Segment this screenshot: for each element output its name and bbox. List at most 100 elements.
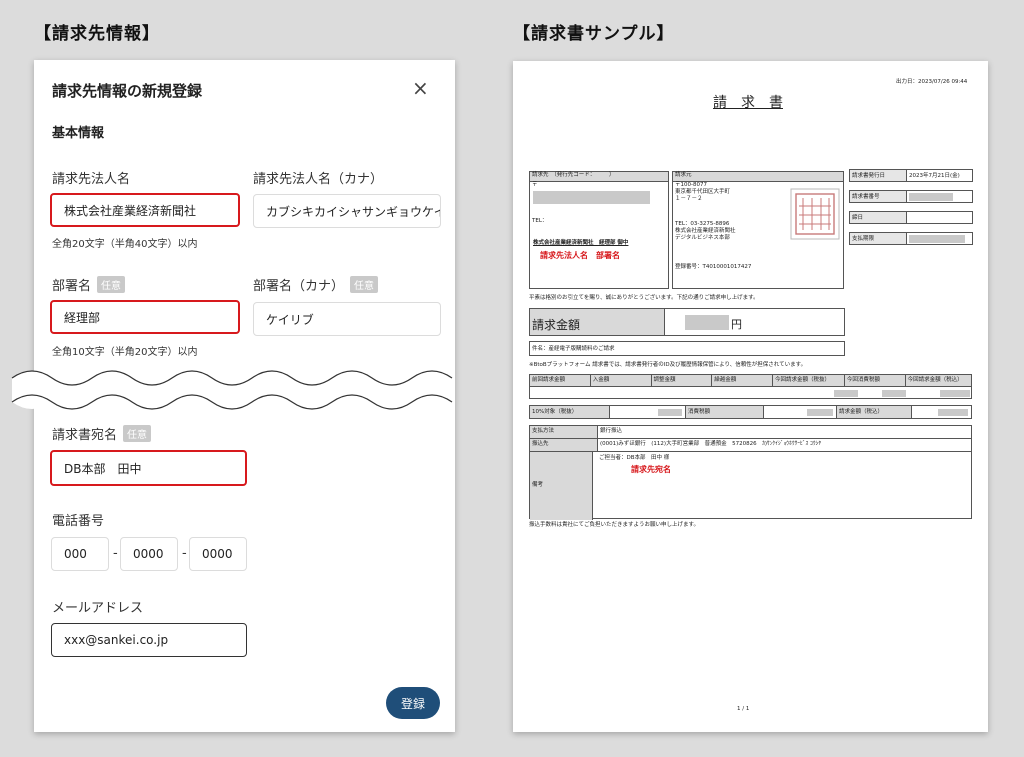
submit-button[interactable]: 登録 <box>386 687 440 719</box>
billto-header: 請求先 （発行先コード： ） <box>530 172 668 182</box>
remarks-row: 備考 ご担当者：DB本部 田中 様 請求先宛名 <box>530 452 971 520</box>
redacted-value <box>834 390 858 397</box>
tax-value-cell <box>912 406 971 418</box>
summary-header: 今回消費税額 <box>845 375 906 386</box>
payment-box: 支払方法 銀行振込 振込先 (0001)みずほ銀行 (112)大手町営業部 普通… <box>529 425 972 520</box>
info-row-number: 請求書番号 <box>849 190 973 203</box>
optional-badge: 任意 <box>123 425 152 442</box>
optional-badge: 任意 <box>350 276 379 293</box>
redacted-value <box>938 409 968 416</box>
billto-box: 請求先 （発行先コード： ） 〒 TEL： 株式会社産業経済新聞社 経理部 御中… <box>529 171 669 289</box>
phone-part2-input[interactable]: 0000 <box>120 537 178 571</box>
invoice-sample: 出力日：2023/07/26 09:44 請 求 書 請求先 （発行先コード： … <box>513 61 988 732</box>
platform-note: ※BtoBプラットフォーム 請求書では、請求書発行者のID及び履歴情報保管により… <box>529 362 807 368</box>
email-label: メールアドレス <box>52 597 143 616</box>
tax-label: 10%対象（税抜） <box>530 406 610 418</box>
tax-row: 10%対象（税抜） 消費税額 請求金額（税込） <box>529 405 972 419</box>
optional-badge: 任意 <box>97 276 126 293</box>
phone-label-text: 電話番号 <box>52 514 105 529</box>
remarks-label: 備考 <box>530 452 593 520</box>
redacted-value <box>940 390 970 397</box>
email-label-text: メールアドレス <box>52 601 144 616</box>
remarks-annotation: 請求先宛名 <box>631 465 671 474</box>
phone-separator: - <box>113 546 118 561</box>
dept-kana-label: 部署名（カナ） 任意 <box>253 275 379 294</box>
tax-label: 請求金額（税込） <box>837 406 912 418</box>
remarks-value: ご担当者：DB本部 田中 様 請求先宛名 <box>593 452 671 520</box>
tax-label: 消費税額 <box>686 406 764 418</box>
dept-kana-label-text: 部署名（カナ） <box>253 279 345 294</box>
dept-label: 部署名 任意 <box>52 275 126 294</box>
summary-header: 今回請求金額（税抜） <box>773 375 845 386</box>
dept-kana-input[interactable]: ケイリブ <box>253 302 441 336</box>
billto-annotation: 請求先法人名 部署名 <box>540 251 620 260</box>
page-number: 1 / 1 <box>737 706 750 712</box>
dept-hint: 全角10文字（半角20文字）以内 <box>52 347 198 358</box>
info-label: 請求書番号 <box>850 191 907 202</box>
company-hint: 全角20文字（半角40文字）以内 <box>52 239 198 250</box>
company-label-text: 請求先法人名 <box>52 172 131 187</box>
addressee-label-text: 請求書宛名 <box>52 428 118 443</box>
amount-box: 請求金額 円 <box>529 308 845 336</box>
company-name-input[interactable]: 株式会社産業経済新聞社 <box>50 193 240 227</box>
bank-value: (0001)みずほ銀行 (112)大手町営業部 普通預金 5720826 ｶ)ｻ… <box>600 441 821 447</box>
summary-header: 調整金額 <box>652 375 713 386</box>
summary-header: 繰越金額 <box>712 375 773 386</box>
phone-part1-input[interactable]: 000 <box>51 537 109 571</box>
redacted-value <box>807 409 833 416</box>
issue-date-value: 2023年7月21日(金) <box>909 173 960 179</box>
amount-unit: 円 <box>731 318 742 331</box>
company-kana-input[interactable]: カブシキカイシャサンギョウケイ <box>253 194 441 228</box>
tax-value-cell <box>610 406 686 418</box>
form-section-title: 【請求先情報】 <box>34 24 160 44</box>
company-kana-label: 請求先法人名（カナ） <box>253 168 383 187</box>
info-label: 締日 <box>850 212 907 223</box>
info-row-issue-date: 請求書発行日 2023年7月21日(金) <box>849 169 973 182</box>
invoice-section-title: 【請求書サンプル】 <box>513 24 675 44</box>
redacted-address <box>533 191 650 204</box>
issuer-reg: 登録番号：T4010001017427 <box>675 264 752 270</box>
redacted-value <box>909 235 965 243</box>
dept-label-text: 部署名 <box>52 279 92 294</box>
billto-tel: TEL： <box>532 218 548 224</box>
redacted-value <box>909 193 953 201</box>
payment-method-value: 銀行振込 <box>600 428 623 434</box>
amount-label: 請求金額 <box>530 309 665 335</box>
addressee-label: 請求書宛名 任意 <box>52 424 152 443</box>
summary-header: 入金額 <box>591 375 652 386</box>
phone-separator: - <box>182 546 187 561</box>
summary-header-row: 前回請求金額 入金額 調整金額 繰越金額 今回請求金額（税抜） 今回消費税額 今… <box>530 375 971 387</box>
transfer-fee-note: 振込手数料は貴社にてご負担いただきますようお願い申し上げます。 <box>529 522 699 528</box>
close-icon[interactable]: × <box>412 76 429 100</box>
remarks-text: ご担当者：DB本部 田中 様 <box>599 455 670 461</box>
company-label: 請求先法人名 <box>52 168 130 187</box>
dialog-title: 請求先情報の新規登録 <box>52 82 203 100</box>
issuer-box: 請求元 〒100-8077 東京都千代田区大手町 １－７－２ TEL：03-32… <box>672 171 844 289</box>
billto-company: 株式会社産業経済新聞社 経理部 御中 <box>533 240 629 246</box>
subject-box: 件名：産経電子版購読料のご請求 <box>529 341 845 356</box>
addressee-input[interactable]: DB本部 田中 <box>50 450 247 486</box>
phone-part3-input[interactable]: 0000 <box>189 537 247 571</box>
invoice-title: 請 求 書 <box>713 95 783 111</box>
info-label: 支払期限 <box>850 233 907 244</box>
redacted-amount <box>685 315 729 330</box>
greeting: 平素は格別のお引立てを賜り、誠にありがとうございます。下記の通りご請求申し上げま… <box>529 295 759 301</box>
issuer-header: 請求元 <box>673 172 843 182</box>
summary-header: 前回請求金額 <box>530 375 591 386</box>
info-row-closing: 締日 <box>849 211 973 224</box>
page-break-wave <box>11 370 453 410</box>
email-input[interactable]: xxx@sankei.co.jp <box>51 623 247 657</box>
bank-label: 振込先 <box>530 439 598 451</box>
dept-input[interactable]: 経理部 <box>50 300 240 334</box>
payment-method-row: 支払方法 銀行振込 <box>530 426 971 439</box>
payment-method-label: 支払方法 <box>530 426 598 438</box>
info-row-due: 支払期限 <box>849 232 973 245</box>
invoice-info: 請求書発行日 2023年7月21日(金) 請求書番号 締日 支払期限 <box>849 169 973 245</box>
company-seal <box>790 188 840 240</box>
tax-value-cell <box>764 406 837 418</box>
info-label: 請求書発行日 <box>850 170 907 181</box>
billto-postal: 〒 <box>532 182 538 188</box>
redacted-value <box>882 390 906 397</box>
company-kana-label-text: 請求先法人名（カナ） <box>253 172 384 187</box>
bank-row: 振込先 (0001)みずほ銀行 (112)大手町営業部 普通預金 5720826… <box>530 439 971 452</box>
